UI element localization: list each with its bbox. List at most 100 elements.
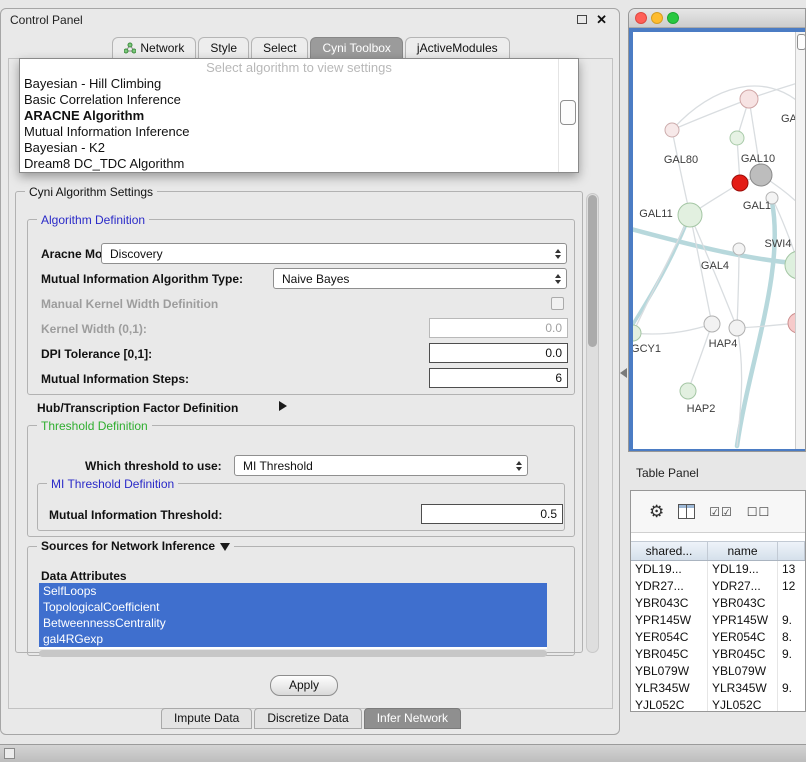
minimize-traffic-light[interactable]: [651, 12, 663, 24]
data-attributes-list[interactable]: SelfLoopsTopologicalCoefficientBetweenne…: [39, 583, 547, 649]
network-node[interactable]: [729, 320, 745, 336]
mi-steps-label: Mutual Information Steps:: [41, 372, 189, 386]
network-scrollbar[interactable]: [795, 32, 806, 449]
table-row[interactable]: YBL079WYBL079W: [631, 663, 805, 680]
algorithm-option[interactable]: Basic Correlation Inference: [20, 92, 578, 108]
hub-section-label[interactable]: Hub/Transcription Factor Definition: [37, 401, 238, 415]
apply-button[interactable]: Apply: [270, 675, 338, 696]
network-node[interactable]: [788, 313, 795, 333]
algorithm-option[interactable]: Mutual Information Inference: [20, 124, 578, 140]
group-title: Algorithm Definition: [37, 213, 149, 227]
attribute-item[interactable]: BetweennessCentrality: [39, 615, 547, 631]
network-window-titlebar[interactable]: [629, 9, 805, 28]
table-row[interactable]: YPR145WYPR145W9.: [631, 612, 805, 629]
network-edge[interactable]: [672, 99, 749, 130]
tab-infer-network[interactable]: Infer Network: [364, 708, 461, 729]
network-node[interactable]: [680, 383, 696, 399]
close-traffic-light[interactable]: [635, 12, 647, 24]
scrollbar-thumb[interactable]: [588, 195, 597, 347]
tab-label: jActiveModules: [417, 39, 498, 58]
table-row[interactable]: YDR27...YDR27...12: [631, 578, 805, 595]
network-node[interactable]: [785, 251, 795, 279]
settings-scrollbar[interactable]: [586, 193, 599, 653]
column-header-shared-name[interactable]: shared...: [631, 542, 708, 560]
table-row[interactable]: YBR043CYBR043C: [631, 595, 805, 612]
table-cell: YPR145W: [708, 612, 778, 629]
node-label: GAL10: [741, 153, 775, 165]
tab-label: Cyni Toolbox: [322, 39, 390, 58]
attribute-item[interactable]: gal4RGexp: [39, 631, 547, 647]
algorithm-option[interactable]: Dream8 DC_TDC Algorithm: [20, 156, 578, 172]
table-cell: YLR345W: [631, 680, 708, 697]
zoom-traffic-light[interactable]: [667, 12, 679, 24]
tab-discretize-data[interactable]: Discretize Data: [254, 708, 361, 729]
kernel-width-input[interactable]: 0.0: [429, 318, 568, 338]
network-edge[interactable]: [737, 323, 795, 328]
network-node[interactable]: [730, 131, 744, 145]
tab-impute-data[interactable]: Impute Data: [161, 708, 252, 729]
column-header-name[interactable]: name: [708, 542, 778, 560]
manual-kernel-checkbox[interactable]: [551, 297, 564, 310]
gear-icon[interactable]: ⚙: [649, 502, 664, 522]
control-panel-titlebar[interactable]: Control Panel ✕: [1, 9, 619, 31]
tab-network[interactable]: Network: [112, 37, 196, 58]
network-node[interactable]: [704, 316, 720, 332]
tab-style[interactable]: Style: [198, 37, 249, 58]
aracne-mode-select[interactable]: Discovery: [101, 243, 567, 264]
which-threshold-select[interactable]: MI Threshold: [234, 455, 528, 476]
table-cell: YBR045C: [708, 646, 778, 663]
float-window-icon[interactable]: [577, 15, 587, 24]
node-label: GAL: [781, 113, 795, 125]
table-row[interactable]: YJL052CYJL052C: [631, 697, 805, 712]
select-all-icon[interactable]: ☑☑: [709, 505, 733, 519]
network-node[interactable]: [665, 123, 679, 137]
close-icon[interactable]: ✕: [596, 12, 607, 28]
collapse-arrow-icon[interactable]: [220, 543, 230, 551]
dropdown-scrollbar-thumb[interactable]: [560, 100, 576, 125]
status-bar-icon[interactable]: [4, 748, 15, 759]
network-node[interactable]: [733, 243, 745, 255]
attributes-horizontal-scrollbar[interactable]: [39, 650, 547, 657]
mi-type-select[interactable]: Naive Bayes: [273, 268, 567, 289]
column-header-extra[interactable]: [778, 542, 805, 560]
attribute-item[interactable]: SelfLoops: [39, 583, 547, 599]
table-cell: 13: [778, 561, 805, 578]
table-cell: YPR145W: [631, 612, 708, 629]
table-row[interactable]: YBR045CYBR045C9.: [631, 646, 805, 663]
network-node[interactable]: [678, 203, 702, 227]
algorithm-option[interactable]: ARACNE Algorithm: [20, 108, 578, 124]
mi-steps-input[interactable]: 6: [429, 368, 568, 388]
sources-title[interactable]: Sources for Network Inference: [37, 539, 234, 553]
algorithm-option[interactable]: Bayesian - Hill Climbing: [20, 76, 578, 92]
network-node[interactable]: [732, 175, 748, 191]
table-cell: YDR27...: [631, 578, 708, 595]
table-row[interactable]: YER054CYER054C8.: [631, 629, 805, 646]
algorithm-option[interactable]: Bayesian - K2: [20, 140, 578, 156]
tab-jactivemodules[interactable]: jActiveModules: [405, 37, 510, 58]
network-edge[interactable]: [688, 324, 712, 391]
table-cell: 12: [778, 578, 805, 595]
splitter-collapse-icon[interactable]: [620, 368, 627, 378]
expand-arrow-icon[interactable]: [279, 401, 287, 411]
table-row[interactable]: YLR345WYLR345W9.: [631, 680, 805, 697]
attribute-item[interactable]: TopologicalCoefficient: [39, 599, 547, 615]
tab-select[interactable]: Select: [251, 37, 308, 58]
network-node[interactable]: [740, 90, 758, 108]
network-edge[interactable]: [672, 130, 690, 215]
network-edge[interactable]: [672, 86, 795, 130]
network-edge[interactable]: [737, 249, 739, 328]
network-node[interactable]: [633, 325, 641, 341]
table-row[interactable]: YDL19...YDL19...13: [631, 561, 805, 578]
deselect-all-icon[interactable]: ☐☐: [747, 505, 771, 519]
network-edge[interactable]: [633, 324, 712, 334]
mi-threshold-input[interactable]: 0.5: [421, 504, 563, 524]
dropdown-scrollbar[interactable]: [558, 59, 578, 172]
bottom-tabs: Impute Data Discretize Data Infer Networ…: [1, 708, 621, 729]
network-scrollbar-thumb[interactable]: [797, 34, 806, 50]
dpi-tolerance-input[interactable]: 0.0: [429, 343, 568, 363]
tab-cyni-toolbox[interactable]: Cyni Toolbox: [310, 37, 402, 58]
network-node[interactable]: [750, 164, 772, 186]
table-cell: YBR043C: [708, 595, 778, 612]
network-canvas[interactable]: GALGAL80GAL10GAL11GAL1SWI4GAL4GCY1HAP4HA…: [633, 32, 795, 449]
columns-icon[interactable]: [678, 504, 695, 519]
